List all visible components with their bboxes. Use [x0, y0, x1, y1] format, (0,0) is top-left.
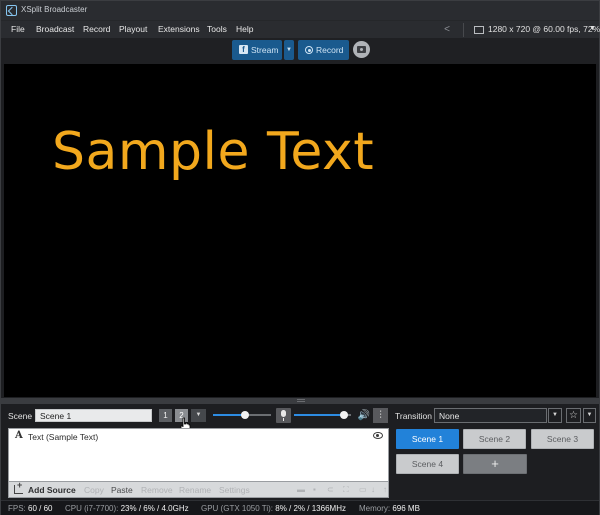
rename-button[interactable]: Rename	[179, 485, 211, 495]
layout-icon[interactable]: ▭	[359, 486, 367, 494]
settings-button[interactable]: Settings	[219, 485, 250, 495]
menu-help[interactable]: Help	[236, 24, 253, 34]
facebook-icon: f	[239, 45, 248, 54]
menu-file[interactable]: File	[11, 24, 25, 34]
source-list[interactable]: A Text (Sample Text)	[8, 428, 389, 482]
source-label: Text (Sample Text)	[28, 432, 99, 442]
add-source-icon[interactable]	[14, 480, 23, 494]
record-button[interactable]: Record	[298, 40, 349, 60]
menu-tools[interactable]: Tools	[207, 24, 227, 34]
window-title: XSplit Broadcaster	[21, 5, 88, 14]
share-icon[interactable]: <	[441, 24, 453, 36]
favorites-dropdown-button[interactable]: ▼	[583, 408, 596, 423]
audio-mixer-icon[interactable]: ⫶	[373, 408, 388, 423]
xsplit-logo-icon	[6, 5, 17, 16]
remove-button[interactable]: Remove	[141, 485, 173, 495]
mic-volume-fill	[294, 414, 345, 416]
system-volume-knob[interactable]	[241, 411, 250, 419]
copy-button[interactable]: Copy	[84, 485, 104, 495]
add-scene-button[interactable]: +	[463, 454, 527, 474]
menu-playout[interactable]: Playout	[119, 24, 147, 34]
record-button-label: Record	[316, 45, 344, 55]
link-icon[interactable]: ⊂	[327, 486, 335, 494]
scene-2-button[interactable]: Scene 2	[463, 429, 526, 449]
cpu-value: 23% / 6% / 4.0GHz	[120, 504, 189, 513]
stage-preview[interactable]: Sample Text	[4, 64, 596, 397]
gpu-value: 8% / 2% / 1366MHz	[275, 504, 346, 513]
scene-page-1-button[interactable]: 1	[159, 409, 172, 422]
paste-button[interactable]: Paste	[111, 485, 133, 495]
folder-icon[interactable]: ▬	[297, 486, 305, 494]
memory-value: 696 MB	[392, 504, 420, 513]
text-source-icon: A	[15, 430, 23, 441]
transition-dropdown-button[interactable]: ▼	[548, 408, 562, 423]
gpu-label: GPU (GTX 1050 Ti):	[201, 504, 274, 513]
scene-3-button[interactable]: Scene 3	[531, 429, 594, 449]
status-bar: FPS: 60 / 60 CPU (i7-7700): 23% / 6% / 4…	[1, 500, 599, 515]
visibility-eye-icon[interactable]	[373, 432, 383, 439]
scene-4-button[interactable]: Scene 4	[396, 454, 459, 474]
transition-label: Transition	[395, 411, 433, 421]
scene-1-button[interactable]: Scene 1	[396, 429, 459, 449]
menu-extensions[interactable]: Extensions	[158, 24, 200, 34]
memory-stat: Memory: 696 MB	[359, 504, 420, 513]
add-source-button[interactable]: Add Source	[28, 485, 76, 495]
menu-record[interactable]: Record	[83, 24, 110, 34]
resolution-setting[interactable]: 1280 x 720 @ 60.00 fps, 72%	[488, 24, 600, 34]
source-toolbar: Add Source Copy Paste Remove Rename Sett…	[8, 480, 391, 498]
gpu-stat: GPU (GTX 1050 Ti): 8% / 2% / 1366MHz	[201, 504, 346, 513]
panel-splitter[interactable]	[1, 398, 599, 404]
menu-divider	[463, 23, 464, 37]
star-icon[interactable]: ☆	[566, 408, 581, 423]
stream-dropdown-button[interactable]: ▼	[284, 40, 294, 60]
system-volume-slider[interactable]	[213, 411, 271, 419]
microphone-icon[interactable]	[276, 408, 291, 423]
record-icon	[305, 46, 313, 54]
cpu-label: CPU (i7-7700):	[65, 504, 119, 513]
fullscreen-icon[interactable]: ⛶	[343, 486, 351, 494]
app-window: XSplit Broadcaster File Broadcast Record…	[0, 0, 600, 515]
move-up-icon[interactable]: ↑	[383, 486, 391, 494]
transition-select[interactable]: None	[434, 408, 547, 423]
scene-page-dropdown[interactable]: ▼	[191, 409, 206, 422]
speaker-icon[interactable]: 🔊	[357, 408, 371, 423]
title-bar: XSplit Broadcaster	[1, 1, 599, 20]
menu-bar: File Broadcast Record Playout Extensions…	[1, 20, 600, 38]
stream-button[interactable]: f Stream	[232, 40, 282, 60]
stream-button-label: Stream	[251, 45, 279, 55]
move-down-icon[interactable]: ↓	[371, 486, 379, 494]
chevron-down-icon[interactable]: ▼	[589, 25, 596, 32]
scene-name-input[interactable]: Scene 1	[35, 409, 152, 422]
screenshot-camera-icon[interactable]	[353, 41, 370, 58]
splitter-grip-icon[interactable]	[297, 399, 305, 402]
mic-volume-knob[interactable]	[340, 411, 349, 419]
menu-broadcast[interactable]: Broadcast	[36, 24, 74, 34]
list-item[interactable]: A Text (Sample Text)	[9, 429, 388, 444]
lock-icon[interactable]: ▪	[313, 486, 321, 494]
preview-text-source[interactable]: Sample Text	[52, 122, 374, 182]
broadcast-toolbar: f Stream ▼ Record	[1, 38, 599, 64]
scene-label: Scene	[8, 411, 33, 421]
fps-value: 60 / 60	[28, 504, 53, 513]
mic-volume-slider[interactable]	[294, 411, 351, 419]
fps-label: FPS:	[8, 504, 26, 513]
memory-label: Memory:	[359, 504, 391, 513]
cpu-stat: CPU (i7-7700): 23% / 6% / 4.0GHz	[65, 504, 189, 513]
monitor-icon	[474, 26, 484, 34]
fps-stat: FPS: 60 / 60	[8, 504, 52, 513]
